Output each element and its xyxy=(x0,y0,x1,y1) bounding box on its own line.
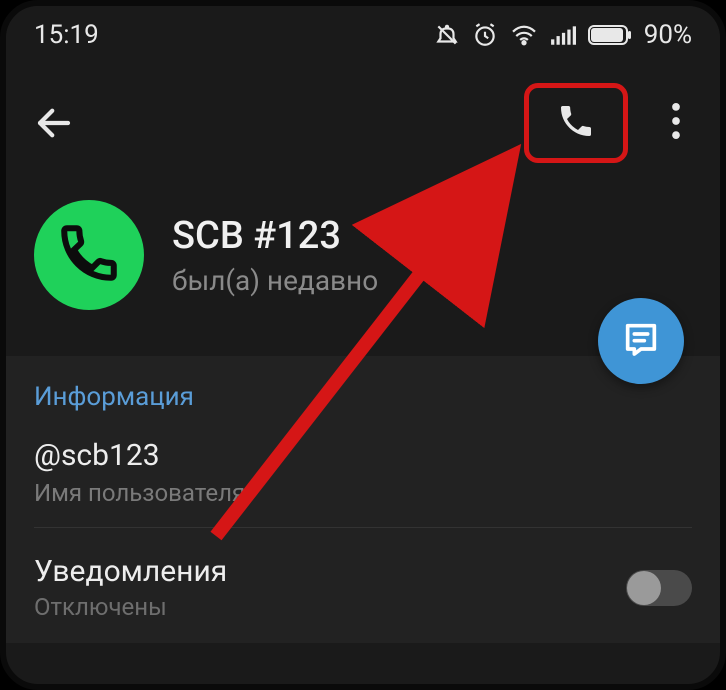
call-button[interactable] xyxy=(547,94,605,152)
mute-icon xyxy=(434,22,460,48)
signal-icon xyxy=(550,24,576,46)
toggle-thumb xyxy=(627,571,661,605)
phone-icon xyxy=(56,220,122,290)
info-header: Информация xyxy=(34,382,692,412)
contact-name: SCB #123 xyxy=(172,214,378,258)
username-value: @scb123 xyxy=(34,438,692,473)
notifications-status: Отключены xyxy=(34,593,227,621)
battery-icon xyxy=(588,25,632,45)
alarm-icon xyxy=(472,22,498,48)
statusbar: 15:19 xyxy=(6,6,720,64)
appbar xyxy=(6,64,720,182)
profile-text: SCB #123 был(а) недавно xyxy=(172,214,378,297)
notifications-title: Уведомления xyxy=(34,554,227,589)
wifi-icon xyxy=(510,24,538,46)
username-row[interactable]: @scb123 Имя пользователя xyxy=(34,438,692,507)
divider xyxy=(34,527,692,528)
message-icon xyxy=(621,319,661,363)
phone-icon xyxy=(556,101,596,145)
statusbar-time: 15:19 xyxy=(34,20,99,50)
info-section: Информация @scb123 Имя пользователя Увед… xyxy=(6,356,720,643)
notifications-toggle[interactable] xyxy=(626,570,692,606)
notifications-row[interactable]: Уведомления Отключены xyxy=(34,548,692,621)
call-button-highlight xyxy=(524,83,628,163)
avatar[interactable] xyxy=(34,200,144,310)
phone-frame: 15:19 xyxy=(0,0,726,690)
username-label: Имя пользователя xyxy=(34,479,692,507)
message-fab[interactable] xyxy=(598,298,684,384)
statusbar-right: 90% xyxy=(434,20,692,50)
battery-percent: 90% xyxy=(644,20,692,50)
last-seen: был(а) недавно xyxy=(172,264,378,297)
more-button[interactable] xyxy=(656,99,696,147)
more-vertical-icon xyxy=(672,103,680,143)
back-button[interactable] xyxy=(30,99,78,147)
